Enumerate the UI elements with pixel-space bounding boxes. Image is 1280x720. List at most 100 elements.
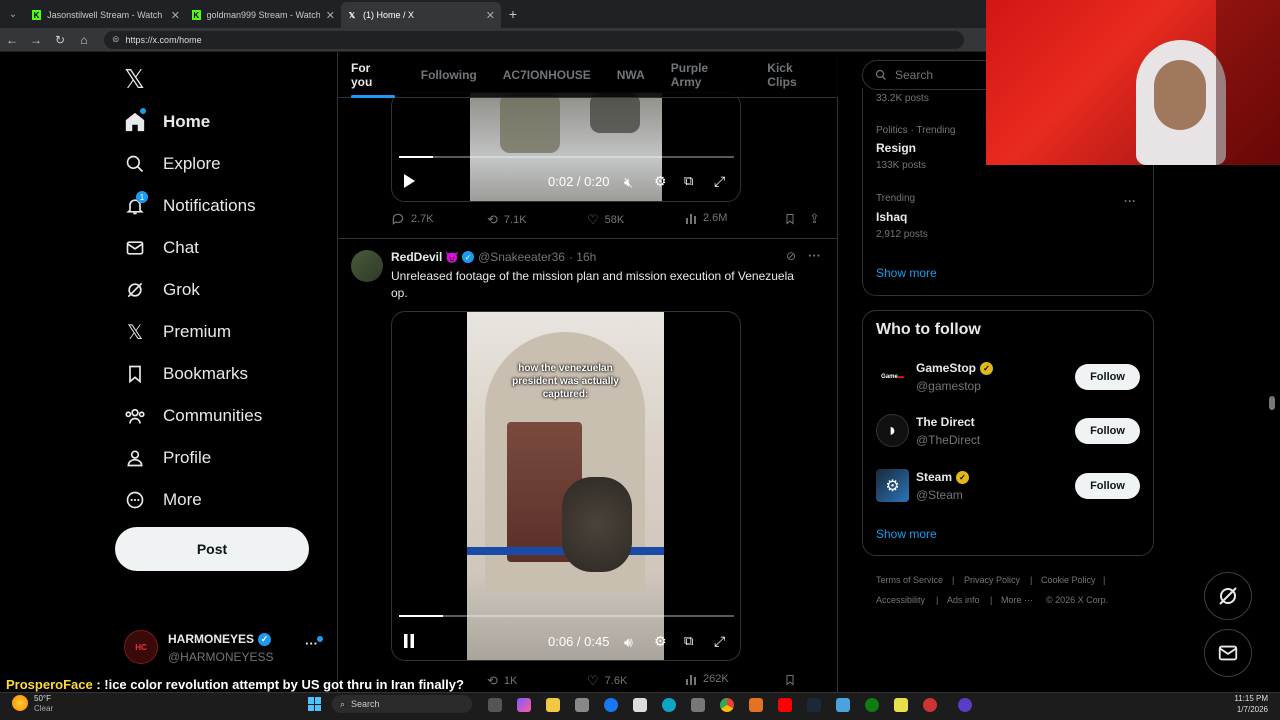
nav-item-bookmarks[interactable]: Bookmarks <box>124 356 248 392</box>
tab-kick-clips[interactable]: Kick Clips <box>754 52 838 98</box>
account-switcher[interactable]: HARMONEYES ✓ <box>168 632 272 646</box>
notes-icon[interactable] <box>894 698 908 712</box>
new-tab-button[interactable]: + <box>501 6 525 22</box>
nav-item-profile[interactable]: Profile <box>124 440 211 476</box>
settings-gear-icon[interactable]: ⚙ <box>654 173 667 190</box>
url-field[interactable]: ⊜ https://x.com/home <box>104 30 964 49</box>
pause-button[interactable] <box>402 633 416 649</box>
scrollbar-thumb[interactable] <box>1269 396 1275 410</box>
steam-logo-icon[interactable]: ⚙ <box>876 469 909 502</box>
nav-item-grok[interactable]: Grok <box>124 272 200 308</box>
play-button[interactable] <box>402 173 416 189</box>
grok-icon[interactable]: ⊘ <box>786 249 796 263</box>
avatar[interactable] <box>351 250 383 282</box>
tab-nwa[interactable]: NWA <box>604 52 658 98</box>
follow-suggestion-name[interactable]: GameStop ✓ <box>916 361 994 375</box>
tab-for-you[interactable]: For you <box>338 52 408 98</box>
follow-suggestion-name[interactable]: The Direct <box>916 415 975 429</box>
tab-list-chevron-icon[interactable]: ⌄ <box>0 9 26 20</box>
fullscreen-icon[interactable]: ⤢ <box>714 173 725 190</box>
footer-cookie-link[interactable]: Cookie Policy <box>1041 575 1096 585</box>
nav-item-chat[interactable]: Chat <box>124 230 199 266</box>
avatar[interactable]: Game ▬ <box>876 360 909 393</box>
app-icon[interactable] <box>836 698 850 712</box>
share-button[interactable]: ⇪ <box>809 211 820 227</box>
browser-tab-2[interactable]: K goldman999 Stream - Watch Live ✕ <box>186 2 341 28</box>
nav-item-explore[interactable]: Explore <box>124 146 221 182</box>
footer-ads-link[interactable]: Ads info <box>947 595 980 605</box>
views-button[interactable]: 2.6M <box>685 212 727 224</box>
youtube-icon[interactable] <box>778 698 792 712</box>
who-to-follow-show-more-link[interactable]: Show more <box>876 527 937 541</box>
nav-item-communities[interactable]: Communities <box>124 398 262 434</box>
weather-moon-icon[interactable] <box>12 695 28 711</box>
taskbar-search[interactable]: ⌕ Search <box>332 695 472 713</box>
xbox-icon[interactable] <box>865 698 879 712</box>
close-tab-icon[interactable]: ✕ <box>480 9 495 22</box>
follow-button-thedirect[interactable]: Follow <box>1075 418 1140 444</box>
follow-button-gamestop[interactable]: Follow <box>1075 364 1140 390</box>
trends-show-more-link[interactable]: Show more <box>876 266 937 280</box>
nav-item-home[interactable]: Home <box>124 104 210 140</box>
author-name[interactable]: RedDevil <box>391 250 442 264</box>
app-icon[interactable] <box>923 698 937 712</box>
edge-icon[interactable] <box>662 698 676 712</box>
bookmark-button[interactable] <box>784 673 802 687</box>
fullscreen-icon[interactable]: ⤢ <box>714 633 725 650</box>
copilot-icon[interactable] <box>517 698 531 712</box>
video-progress-bar[interactable] <box>399 615 734 617</box>
video-progress-bar[interactable] <box>399 156 734 158</box>
obs-icon[interactable] <box>958 698 972 712</box>
repost-button[interactable]: ⟲ 7.1K <box>487 212 527 228</box>
steam-icon[interactable] <box>807 698 821 712</box>
chrome-icon[interactable] <box>720 698 734 712</box>
close-tab-icon[interactable]: ✕ <box>320 9 335 22</box>
close-tab-icon[interactable]: ✕ <box>165 9 180 22</box>
trend-more-icon[interactable]: ··· <box>1124 194 1136 208</box>
nav-item-notifications[interactable]: 1 Notifications <box>124 188 256 224</box>
views-button[interactable]: 262K <box>685 673 729 685</box>
grok-floating-button[interactable] <box>1204 572 1252 620</box>
post-button[interactable]: Post <box>115 527 309 571</box>
tab-ac7ionhouse[interactable]: AC7IONHOUSE <box>490 52 604 98</box>
forward-icon[interactable]: → <box>24 33 48 47</box>
nav-item-premium[interactable]: 𝕏 Premium <box>124 314 231 350</box>
follow-button-steam[interactable]: Follow <box>1075 473 1140 499</box>
reply-button[interactable]: 2.7K <box>391 212 434 226</box>
vlc-icon[interactable] <box>749 698 763 712</box>
like-button[interactable]: ♡ 58K <box>587 212 624 228</box>
volume-icon[interactable]: 🔊︎ <box>624 634 633 651</box>
pip-icon[interactable]: ⧉ <box>684 633 693 649</box>
settings-gear-icon[interactable]: ⚙ <box>654 633 667 650</box>
trend-name[interactable]: Resign <box>876 141 916 155</box>
mute-icon[interactable]: 🔇︎ <box>624 174 633 191</box>
back-icon[interactable]: ← <box>0 33 24 47</box>
browser-tab-1[interactable]: K Jasonstilwell Stream - Watch Liv ✕ <box>26 2 186 28</box>
pip-icon[interactable]: ⧉ <box>684 173 693 189</box>
file-explorer-icon[interactable] <box>546 698 560 712</box>
x-logo-icon[interactable]: 𝕏 <box>124 64 145 95</box>
video-player[interactable]: how the venezuelan president was actuall… <box>391 311 741 661</box>
post-more-icon[interactable]: ··· <box>808 248 821 263</box>
trend-name[interactable]: Ishaq <box>876 210 907 224</box>
windows-start-icon[interactable] <box>308 697 322 711</box>
tab-following[interactable]: Following <box>408 52 490 98</box>
task-view-icon[interactable] <box>488 698 502 712</box>
facebook-icon[interactable] <box>604 698 618 712</box>
site-info-icon[interactable]: ⊜ <box>112 34 120 45</box>
nav-item-more[interactable]: More <box>124 482 202 518</box>
store-icon[interactable] <box>575 698 589 712</box>
post-time[interactable]: · 16h <box>569 250 596 264</box>
calculator-icon[interactable] <box>691 698 705 712</box>
footer-more-link[interactable]: More ··· <box>1001 595 1033 605</box>
home-icon[interactable]: ⌂ <box>72 33 96 47</box>
author-handle[interactable]: @Snakeeater36 <box>478 250 565 264</box>
amazon-icon[interactable] <box>633 698 647 712</box>
footer-accessibility-link[interactable]: Accessibility <box>876 595 925 605</box>
tab-purple-army[interactable]: Purple Army <box>658 52 755 98</box>
reload-icon[interactable]: ↻ <box>48 33 72 47</box>
footer-privacy-link[interactable]: Privacy Policy <box>964 575 1020 585</box>
repost-button[interactable]: ⟲ 1K <box>487 673 517 689</box>
like-button[interactable]: ♡ 7.6K <box>587 673 627 689</box>
avatar[interactable]: HC <box>124 630 158 664</box>
